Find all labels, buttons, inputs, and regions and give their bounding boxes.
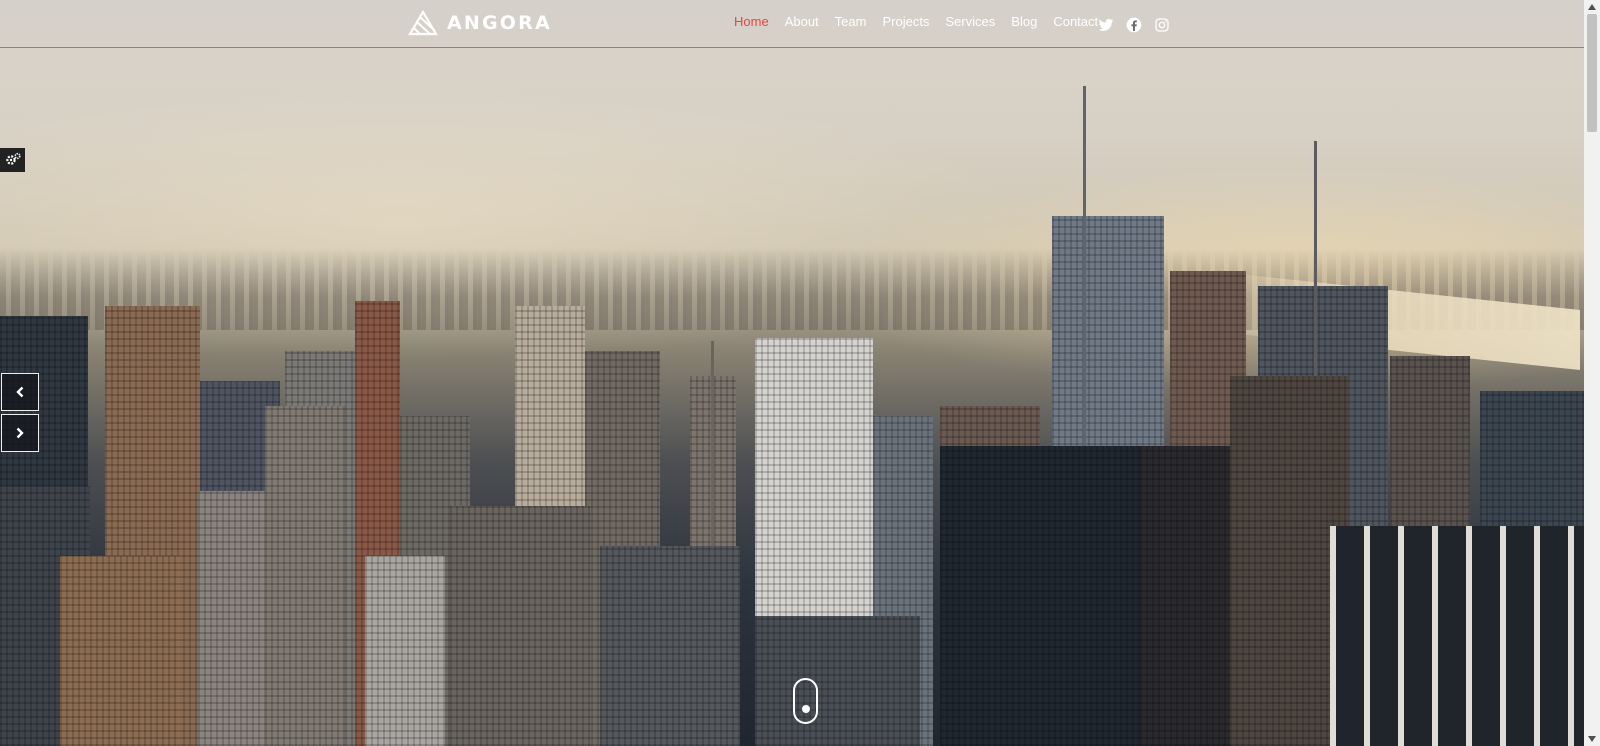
nav-team[interactable]: Team: [835, 14, 867, 30]
brand-name: ANGORA: [447, 12, 552, 34]
slider-next-button[interactable]: [1, 414, 39, 452]
nav-blog[interactable]: Blog: [1011, 14, 1037, 30]
mouse-scroll-icon[interactable]: [793, 678, 818, 724]
style-switcher-toggle[interactable]: [0, 148, 25, 172]
scroll-down-arrow-icon[interactable]: [1584, 732, 1600, 746]
nav-home[interactable]: Home: [734, 14, 769, 30]
hero-background-image: [0, 0, 1584, 746]
building: [60, 556, 180, 746]
brand-link[interactable]: ANGORA: [408, 9, 552, 37]
building: [450, 506, 590, 746]
main-nav: Home About Team Projects Services Blog C…: [734, 14, 1114, 30]
nav-services[interactable]: Services: [945, 14, 995, 30]
building: [1330, 526, 1584, 746]
nav-projects[interactable]: Projects: [882, 14, 929, 30]
twitter-icon[interactable]: [1098, 17, 1114, 33]
building: [265, 406, 345, 746]
building: [365, 556, 445, 746]
nav-contact[interactable]: Contact: [1053, 14, 1098, 30]
scrollbar-thumb[interactable]: [1587, 14, 1597, 132]
building: [1140, 446, 1240, 746]
scroll-up-arrow-icon[interactable]: [1584, 0, 1600, 14]
nav-about[interactable]: About: [785, 14, 819, 30]
chevron-left-icon: [15, 383, 25, 402]
gears-icon: [5, 151, 21, 170]
facebook-icon[interactable]: [1126, 17, 1142, 33]
building: [755, 616, 920, 746]
scroll-dot: [802, 705, 810, 713]
slider-prev-button[interactable]: [1, 373, 39, 411]
angora-logo-icon: [408, 9, 438, 36]
building: [940, 446, 1155, 746]
top-navbar: ANGORA Home About Team Projects Services…: [0, 0, 1584, 48]
chevron-right-icon: [15, 424, 25, 443]
instagram-icon[interactable]: [1154, 17, 1170, 33]
building: [600, 546, 740, 746]
page-scrollbar[interactable]: [1584, 0, 1600, 746]
social-links: [1098, 17, 1182, 33]
